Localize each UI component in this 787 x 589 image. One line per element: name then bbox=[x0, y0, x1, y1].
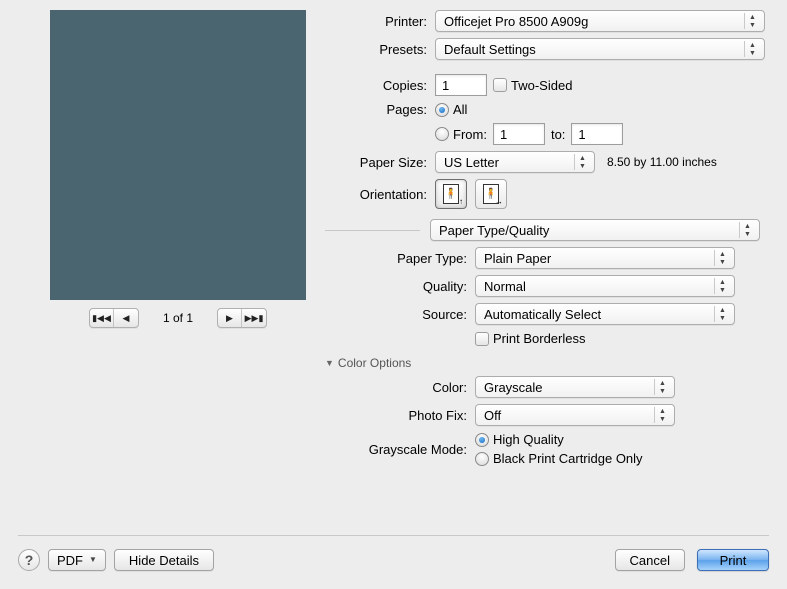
pager-next-button[interactable]: ▶ bbox=[218, 309, 242, 327]
paper-size-select[interactable]: US Letter ▲▼ bbox=[435, 151, 595, 173]
grayscale-black-cartridge-label: Black Print Cartridge Only bbox=[493, 451, 643, 466]
select-arrows-icon: ▲▼ bbox=[654, 379, 670, 395]
pager-first-button[interactable]: ▮◀◀ bbox=[90, 309, 114, 327]
color-value: Grayscale bbox=[484, 380, 543, 395]
quality-label: Quality: bbox=[325, 279, 475, 294]
radio-icon bbox=[435, 103, 449, 117]
photo-fix-label: Photo Fix: bbox=[325, 408, 475, 423]
cancel-button[interactable]: Cancel bbox=[615, 549, 685, 571]
select-arrows-icon: ▲▼ bbox=[744, 41, 760, 57]
grayscale-mode-label: Grayscale Mode: bbox=[325, 442, 475, 457]
pages-all-radio[interactable]: All bbox=[435, 102, 467, 117]
preview-thumbnail bbox=[50, 10, 306, 300]
select-arrows-icon: ▲▼ bbox=[739, 222, 755, 238]
paper-type-label: Paper Type: bbox=[325, 251, 475, 266]
pdf-menu-button[interactable]: PDF ▼ bbox=[48, 549, 106, 571]
footer-separator bbox=[18, 535, 769, 536]
pages-to-label: to: bbox=[551, 127, 565, 142]
radio-icon bbox=[475, 452, 489, 466]
copies-input[interactable] bbox=[435, 74, 487, 96]
menu-arrow-icon: ▼ bbox=[89, 557, 97, 563]
color-label: Color: bbox=[325, 380, 475, 395]
settings-pane: Printer: Officejet Pro 8500 A909g ▲▼ Pre… bbox=[325, 10, 769, 472]
print-dialog: ▮◀◀ ◀ 1 of 1 ▶ ▶▶▮ Printer: Officejet Pr… bbox=[0, 0, 787, 589]
copies-label: Copies: bbox=[325, 78, 435, 93]
two-sided-label: Two-Sided bbox=[511, 78, 572, 93]
print-borderless-checkbox[interactable]: Print Borderless bbox=[475, 331, 585, 346]
pager-prev-button[interactable]: ◀ bbox=[114, 309, 138, 327]
portrait-icon: 🧍 bbox=[443, 184, 459, 204]
print-button[interactable]: Print bbox=[697, 549, 769, 571]
printer-select[interactable]: Officejet Pro 8500 A909g ▲▼ bbox=[435, 10, 765, 32]
pager-prev-group: ▮◀◀ ◀ bbox=[89, 308, 139, 328]
printer-label: Printer: bbox=[325, 14, 435, 29]
presets-select-value: Default Settings bbox=[444, 42, 536, 57]
options-section-value: Paper Type/Quality bbox=[439, 223, 549, 238]
preview-pager: ▮◀◀ ◀ 1 of 1 ▶ ▶▶▮ bbox=[50, 308, 306, 328]
pdf-label: PDF bbox=[57, 553, 83, 568]
select-arrows-icon: ▲▼ bbox=[714, 278, 730, 294]
checkbox-icon bbox=[475, 332, 489, 346]
select-arrows-icon: ▲▼ bbox=[574, 154, 590, 170]
dialog-content: ▮◀◀ ◀ 1 of 1 ▶ ▶▶▮ Printer: Officejet Pr… bbox=[0, 0, 787, 472]
orientation-portrait-button[interactable]: 🧍 ↑ bbox=[435, 179, 467, 209]
source-label: Source: bbox=[325, 307, 475, 322]
options-section-select[interactable]: Paper Type/Quality ▲▼ bbox=[430, 219, 760, 241]
cancel-label: Cancel bbox=[630, 553, 670, 568]
pages-all-label: All bbox=[453, 102, 467, 117]
two-sided-checkbox[interactable]: Two-Sided bbox=[493, 78, 572, 93]
select-arrows-icon: ▲▼ bbox=[714, 250, 730, 266]
select-arrows-icon: ▲▼ bbox=[744, 13, 760, 29]
source-select[interactable]: Automatically Select ▲▼ bbox=[475, 303, 735, 325]
pager-last-button[interactable]: ▶▶▮ bbox=[242, 309, 266, 327]
quality-select[interactable]: Normal ▲▼ bbox=[475, 275, 735, 297]
select-arrows-icon: ▲▼ bbox=[714, 306, 730, 322]
paper-size-value: US Letter bbox=[444, 155, 499, 170]
color-select[interactable]: Grayscale ▲▼ bbox=[475, 376, 675, 398]
paper-size-hint: 8.50 by 11.00 inches bbox=[607, 155, 717, 169]
color-options-label: Color Options bbox=[338, 356, 411, 370]
orientation-label: Orientation: bbox=[325, 187, 435, 202]
hide-details-button[interactable]: Hide Details bbox=[114, 549, 214, 571]
radio-icon bbox=[435, 127, 449, 141]
hide-details-label: Hide Details bbox=[129, 553, 199, 568]
arrow-up-icon: ↑ bbox=[459, 197, 463, 206]
paper-type-value: Plain Paper bbox=[484, 251, 551, 266]
pager-label: 1 of 1 bbox=[145, 311, 211, 325]
arrow-right-icon: → bbox=[495, 197, 503, 206]
preview-pane: ▮◀◀ ◀ 1 of 1 ▶ ▶▶▮ bbox=[18, 10, 303, 472]
orientation-landscape-button[interactable]: 🧍 → bbox=[475, 179, 507, 209]
pager-next-group: ▶ ▶▶▮ bbox=[217, 308, 267, 328]
pages-from-input[interactable] bbox=[493, 123, 545, 145]
quality-value: Normal bbox=[484, 279, 526, 294]
photo-fix-value: Off bbox=[484, 408, 501, 423]
paper-type-select[interactable]: Plain Paper ▲▼ bbox=[475, 247, 735, 269]
pages-label: Pages: bbox=[325, 102, 435, 117]
pages-from-radio[interactable]: From: bbox=[435, 127, 487, 142]
select-arrows-icon: ▲▼ bbox=[654, 407, 670, 423]
pages-from-label: From: bbox=[453, 127, 487, 142]
presets-select[interactable]: Default Settings ▲▼ bbox=[435, 38, 765, 60]
section-separator: Paper Type/Quality ▲▼ bbox=[325, 219, 769, 241]
grayscale-high-quality-label: High Quality bbox=[493, 432, 564, 447]
disclosure-triangle-icon: ▼ bbox=[325, 358, 334, 368]
help-button[interactable]: ? bbox=[18, 549, 40, 571]
grayscale-black-cartridge-radio[interactable]: Black Print Cartridge Only bbox=[475, 451, 643, 466]
paper-size-label: Paper Size: bbox=[325, 155, 435, 170]
help-icon: ? bbox=[25, 552, 34, 568]
presets-label: Presets: bbox=[325, 42, 435, 57]
printer-select-value: Officejet Pro 8500 A909g bbox=[444, 14, 588, 29]
checkbox-icon bbox=[493, 78, 507, 92]
color-options-disclosure[interactable]: ▼ Color Options bbox=[325, 356, 769, 370]
dialog-footer: ? PDF ▼ Hide Details Cancel Print bbox=[0, 535, 787, 589]
print-label: Print bbox=[720, 553, 747, 568]
source-value: Automatically Select bbox=[484, 307, 601, 322]
photo-fix-select[interactable]: Off ▲▼ bbox=[475, 404, 675, 426]
pages-to-input[interactable] bbox=[571, 123, 623, 145]
grayscale-high-quality-radio[interactable]: High Quality bbox=[475, 432, 564, 447]
radio-icon bbox=[475, 433, 489, 447]
print-borderless-label: Print Borderless bbox=[493, 331, 585, 346]
